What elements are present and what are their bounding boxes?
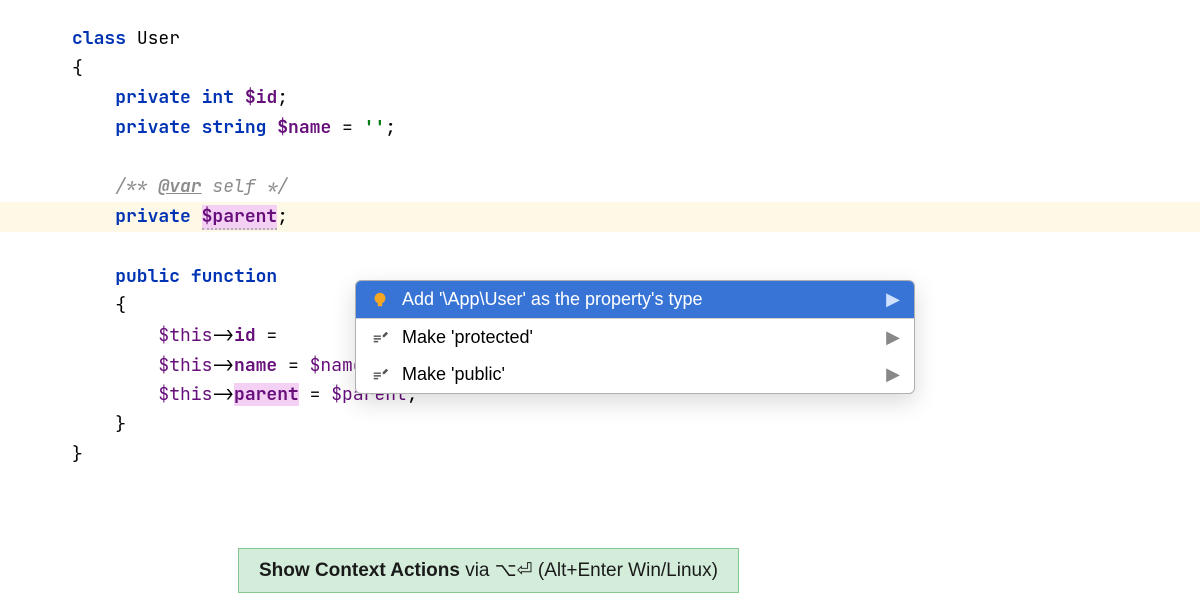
bulb-icon	[370, 290, 390, 310]
highlighted-code-line: private $parent;	[0, 202, 1200, 232]
pencil-icon	[370, 328, 390, 348]
code-line	[72, 232, 1200, 262]
shortcut-hint-banner: Show Context Actions via ⌥⏎ (Alt+Enter W…	[238, 548, 739, 593]
chevron-right-icon: ▶	[886, 364, 900, 385]
code-line: class User	[72, 24, 1200, 54]
hint-action-name: Show Context Actions	[259, 560, 460, 581]
chevron-right-icon: ▶	[886, 327, 900, 348]
intention-make-protected[interactable]: Make 'protected' ▶	[356, 319, 914, 356]
code-line: }	[72, 440, 1200, 470]
hint-shortcut: ⌥⏎	[495, 560, 533, 581]
code-line: {	[72, 54, 1200, 84]
code-line: private int $id;	[72, 83, 1200, 113]
code-line	[72, 143, 1200, 173]
hint-text: (Alt+Enter Win/Linux)	[533, 560, 718, 581]
intention-label: Make 'public'	[402, 364, 874, 385]
intention-add-type[interactable]: Add '\App\User' as the property's type ▶	[356, 281, 914, 318]
pencil-icon	[370, 365, 390, 385]
code-line: }	[72, 410, 1200, 440]
code-line: /** @var self */	[72, 172, 1200, 202]
hint-text: via	[460, 560, 495, 581]
intention-make-public[interactable]: Make 'public' ▶	[356, 356, 914, 393]
context-actions-popup: Add '\App\User' as the property's type ▶…	[355, 280, 915, 394]
intention-label: Make 'protected'	[402, 327, 874, 348]
chevron-right-icon: ▶	[886, 289, 900, 310]
code-editor[interactable]: class User { private int $id; private st…	[0, 0, 1200, 469]
code-line: private string $name = '';	[72, 113, 1200, 143]
intention-label: Add '\App\User' as the property's type	[402, 289, 874, 310]
